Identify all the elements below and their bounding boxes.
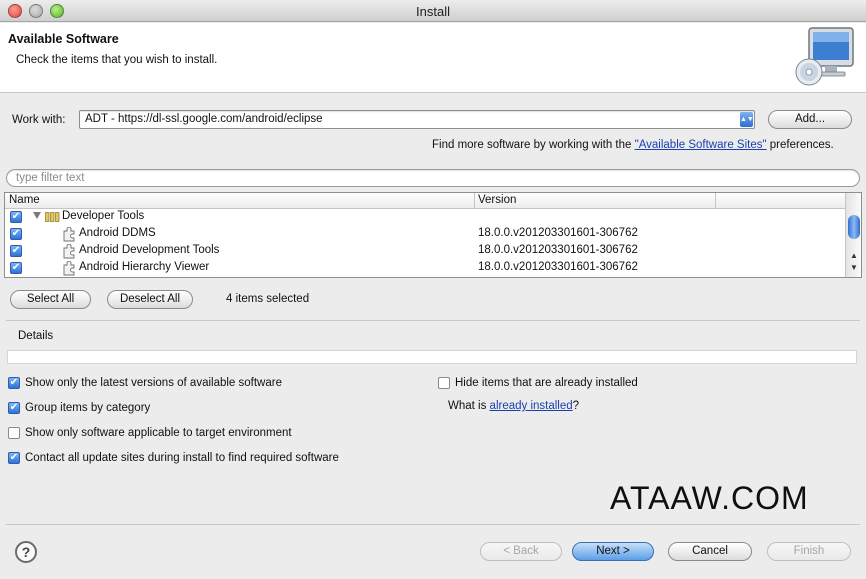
finish-button[interactable]: Finish: [767, 542, 851, 561]
work-with-label: Work with:: [12, 114, 66, 126]
find-more-text: Find more software by working with the "…: [432, 139, 834, 151]
latest-versions-label[interactable]: Show only the latest versions of availab…: [25, 377, 282, 389]
work-with-combo[interactable]: ADT - https://dl-ssl.google.com/android/…: [79, 110, 755, 129]
expand-triangle-icon[interactable]: [33, 212, 41, 219]
tree-header: Name Version: [5, 193, 845, 209]
help-icon[interactable]: ?: [15, 541, 37, 563]
software-tree[interactable]: Name Version ✔ Developer Tools ✔ Android…: [4, 192, 862, 278]
applicable-only-checkbox[interactable]: [8, 427, 20, 439]
item-checkbox[interactable]: ✔: [10, 262, 22, 274]
tree-row-category[interactable]: ✔ Developer Tools: [5, 209, 845, 226]
add-site-button[interactable]: Add...: [768, 110, 852, 129]
column-header-version[interactable]: Version: [478, 194, 516, 206]
group-by-category-label[interactable]: Group items by category: [25, 402, 150, 414]
separator: [6, 320, 860, 321]
what-is-text: What is already installed?: [448, 400, 579, 412]
install-monitor-icon: [795, 27, 854, 86]
work-with-value: ADT - https://dl-ssl.google.com/android/…: [85, 113, 323, 125]
item-version: 18.0.0.v201203301601-306762: [478, 261, 638, 273]
details-area: [7, 350, 857, 364]
item-checkbox[interactable]: ✔: [10, 228, 22, 240]
page-description: Check the items that you wish to install…: [16, 54, 218, 66]
column-header-name[interactable]: Name: [9, 194, 40, 206]
watermark: ATAAW.COM: [610, 480, 809, 516]
plugin-icon: [63, 244, 75, 259]
tree-scrollbar[interactable]: ▲ ▼: [845, 193, 861, 277]
filter-input[interactable]: [16, 171, 836, 185]
plugin-icon: [63, 227, 75, 242]
contact-sites-label[interactable]: Contact all update sites during install …: [25, 452, 339, 464]
select-all-button[interactable]: Select All: [10, 290, 91, 309]
item-name: Android DDMS: [79, 227, 156, 239]
tree-row[interactable]: ✔ Android Development Tools 18.0.0.v2012…: [5, 243, 845, 260]
combo-arrow-icon[interactable]: ▲▼: [740, 112, 754, 127]
column-divider[interactable]: [715, 193, 716, 209]
hide-installed-checkbox[interactable]: [438, 377, 450, 389]
category-checkbox[interactable]: ✔: [10, 211, 22, 223]
scroll-up-arrow-icon[interactable]: ▲: [850, 251, 858, 260]
hide-installed-label[interactable]: Hide items that are already installed: [455, 377, 638, 389]
plugin-icon: [63, 261, 75, 276]
separator: [6, 524, 860, 525]
scrollbar-thumb[interactable]: [848, 215, 860, 239]
contact-sites-checkbox[interactable]: ✔: [8, 452, 20, 464]
find-more-prefix: Find more software by working with the: [432, 139, 635, 151]
category-name: Developer Tools: [62, 210, 145, 222]
item-version: 18.0.0.v201203301601-306762: [478, 227, 638, 239]
next-button[interactable]: Next >: [572, 542, 654, 561]
cancel-button[interactable]: Cancel: [668, 542, 752, 561]
item-checkbox[interactable]: ✔: [10, 245, 22, 257]
find-more-suffix: preferences.: [766, 139, 834, 151]
already-installed-link[interactable]: already installed: [490, 400, 573, 412]
deselect-all-button[interactable]: Deselect All: [107, 290, 193, 309]
what-is-prefix: What is: [448, 400, 490, 412]
column-divider[interactable]: [474, 193, 475, 209]
title-bar: Install: [0, 0, 866, 22]
scroll-down-arrow-icon[interactable]: ▼: [850, 263, 858, 272]
filter-field[interactable]: [6, 169, 860, 187]
tree-row[interactable]: ✔ Android Hierarchy Viewer 18.0.0.v20120…: [5, 260, 845, 277]
wizard-banner: Available Software Check the items that …: [0, 23, 866, 93]
group-by-category-checkbox[interactable]: ✔: [8, 402, 20, 414]
tree-row[interactable]: ✔ Android DDMS 18.0.0.v201203301601-3067…: [5, 226, 845, 243]
item-version: 18.0.0.v201203301601-306762: [478, 244, 638, 256]
back-button[interactable]: < Back: [480, 542, 562, 561]
available-software-sites-link[interactable]: "Available Software Sites": [635, 139, 767, 151]
what-is-suffix: ?: [572, 400, 580, 412]
item-name: Android Hierarchy Viewer: [79, 261, 210, 273]
window-title: Install: [416, 4, 450, 19]
selection-count: 4 items selected: [226, 293, 310, 305]
details-label: Details: [18, 330, 54, 342]
latest-versions-checkbox[interactable]: ✔: [8, 377, 20, 389]
item-name: Android Development Tools: [79, 244, 220, 256]
page-title: Available Software: [8, 32, 119, 46]
category-icon: [45, 212, 60, 222]
applicable-only-label[interactable]: Show only software applicable to target …: [25, 427, 292, 439]
